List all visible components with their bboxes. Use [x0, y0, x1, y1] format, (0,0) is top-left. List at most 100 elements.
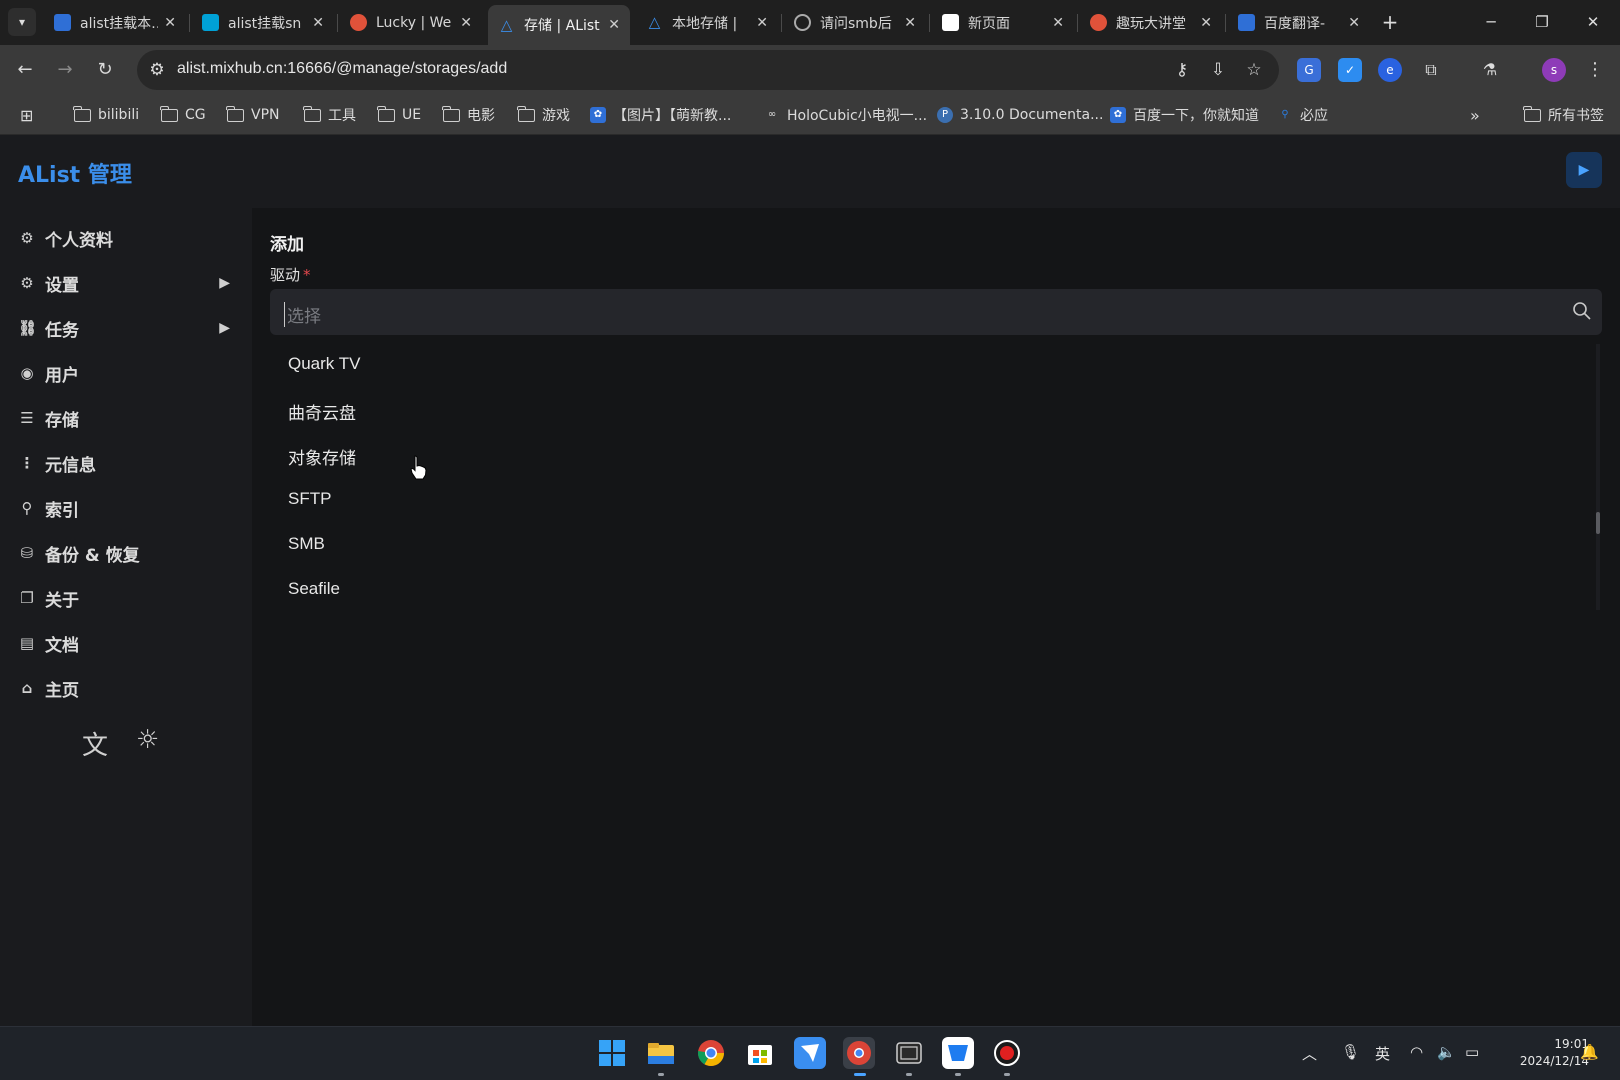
sidebar-item-backup[interactable]: ⛁ 备份 & 恢复	[18, 538, 240, 568]
driver-option[interactable]: Seafile	[288, 579, 340, 599]
browser-tab[interactable]: 请问smb后 ✕	[784, 6, 926, 39]
star-icon[interactable]: ☆	[1243, 59, 1265, 81]
browser-tab[interactable]: alist挂载sn ✕	[192, 6, 334, 39]
bookmark-folder[interactable]: UE	[377, 104, 421, 126]
driver-option[interactable]: SMB	[288, 534, 325, 554]
restore-icon[interactable]: ❐	[1527, 8, 1557, 36]
menu-icon[interactable]: ⋮	[1583, 58, 1607, 82]
browser-tab[interactable]: 百度翻译- ✕	[1228, 6, 1370, 39]
baidu-paw-icon: ✿	[590, 107, 606, 123]
url-text[interactable]: alist.mixhub.cn:16666/@manage/storages/a…	[177, 60, 507, 78]
puzzle-extensions-icon[interactable]: ⧉	[1419, 58, 1443, 82]
bookmark-folder[interactable]: 电影	[442, 104, 495, 126]
translate-extension-icon[interactable]: G	[1297, 58, 1321, 82]
todesk-app-icon[interactable]	[942, 1037, 974, 1069]
bookmark-folder[interactable]: CG	[160, 104, 206, 126]
sidebar-item-index[interactable]: ⚲ 索引	[18, 493, 240, 523]
sidebar-item-home[interactable]: ⌂ 主页	[18, 673, 240, 703]
dropdown-scrollbar[interactable]	[1596, 344, 1600, 610]
sidebar-item-about[interactable]: ❐ 关于	[18, 583, 240, 613]
sidebar-item-metadata[interactable]: ⋮ 元信息	[18, 448, 240, 478]
labs-flask-icon[interactable]: ⚗	[1478, 58, 1502, 82]
browser-tab[interactable]: Lucky | We ✕	[340, 6, 482, 39]
sidebar-item-docs[interactable]: ▤ 文档	[18, 628, 240, 658]
terminal-app-icon[interactable]	[893, 1037, 925, 1069]
close-icon[interactable]: ✕	[608, 17, 620, 33]
microphone-icon[interactable]: 🎙	[1341, 1043, 1360, 1061]
app-brand[interactable]: AList 管理	[18, 157, 132, 189]
file-explorer-icon[interactable]	[645, 1037, 677, 1069]
driver-option[interactable]: SFTP	[288, 489, 331, 509]
sidebar-item-tasks[interactable]: ⛓ 任务 ▶	[18, 313, 240, 343]
bookmarks-overflow-button[interactable]: »	[1470, 104, 1480, 126]
scrollbar-thumb[interactable]	[1596, 512, 1600, 534]
logout-icon[interactable]: ▶	[1566, 152, 1602, 188]
close-icon[interactable]: ✕	[1348, 15, 1360, 31]
driver-option[interactable]: 曲奇云盘	[288, 399, 356, 424]
extension-icon[interactable]: e	[1378, 58, 1402, 82]
folder-icon	[73, 105, 91, 122]
browser-tab-active[interactable]: △ 存储 | AList ✕	[488, 5, 630, 45]
driver-select[interactable]: 选择	[270, 289, 1602, 335]
sidebar-item-users[interactable]: ◉ 用户	[18, 358, 240, 388]
feishu-app-icon[interactable]	[794, 1037, 826, 1069]
bookmark-link[interactable]: ✿ 百度一下，你就知道	[1110, 104, 1259, 126]
bookmark-link[interactable]: ✿ 【图片】【萌新教...	[590, 104, 731, 126]
address-bar[interactable]: ⚙ alist.mixhub.cn:16666/@manage/storages…	[137, 50, 1279, 90]
site-settings-icon[interactable]: ⚙	[146, 59, 168, 81]
key-icon[interactable]: ⚷	[1171, 59, 1193, 81]
bookmark-folder[interactable]: 工具	[303, 104, 356, 126]
bookmark-folder[interactable]: bilibili	[73, 104, 139, 126]
driver-option[interactable]: 对象存储	[288, 444, 356, 469]
windows-start-icon[interactable]	[596, 1037, 628, 1069]
minimize-icon[interactable]: ─	[1476, 8, 1506, 36]
theme-toggle-sun-icon[interactable]: ☼	[136, 725, 159, 755]
close-icon[interactable]: ✕	[164, 15, 176, 31]
bookmark-link[interactable]: P 3.10.0 Documenta...	[937, 104, 1103, 126]
sidebar-item-settings[interactable]: ⚙ 设置 ▶	[18, 268, 240, 298]
browser-tab[interactable]: alist挂载本… ✕	[44, 6, 186, 39]
browser-tab[interactable]: 趣玩大讲堂 ✕	[1080, 6, 1222, 39]
profile-avatar[interactable]: s	[1542, 58, 1566, 82]
tab-search-button[interactable]: ▾	[8, 8, 36, 36]
tab-favicon-icon	[350, 14, 367, 31]
sidebar-item-storage[interactable]: ☰ 存储	[18, 403, 240, 433]
bookmark-folder[interactable]: 游戏	[517, 104, 570, 126]
forward-icon[interactable]: →	[52, 57, 78, 83]
close-icon[interactable]: ✕	[756, 15, 768, 31]
back-icon[interactable]: ←	[12, 57, 38, 83]
driver-select-input[interactable]: 选择	[284, 302, 321, 327]
close-icon[interactable]: ✕	[460, 15, 472, 31]
bookmark-link[interactable]: ∞ HoloCubic小电视一...	[764, 104, 927, 126]
reload-icon[interactable]: ↻	[92, 57, 118, 83]
bookmark-folder[interactable]: VPN	[226, 104, 280, 126]
driver-option[interactable]: Quark TV	[288, 354, 360, 374]
apps-grid-icon[interactable]: ⊞	[20, 104, 33, 126]
new-tab-button[interactable]: +	[1376, 8, 1404, 36]
chrome-icon[interactable]	[695, 1037, 727, 1069]
extension-icon[interactable]: ✓	[1338, 58, 1362, 82]
chrome-dev-icon[interactable]	[843, 1037, 875, 1069]
notification-bell-icon[interactable]: 🔔	[1580, 1043, 1599, 1061]
all-bookmarks-folder[interactable]: 所有书签	[1523, 104, 1604, 126]
taskbar-clock[interactable]: 19:01 2024/12/14	[1493, 1036, 1589, 1070]
language-translate-icon[interactable]: 文	[82, 725, 108, 762]
folder-icon	[517, 105, 535, 122]
bookmark-link[interactable]: ⚲ 必应	[1277, 104, 1328, 126]
close-icon[interactable]: ✕	[312, 15, 324, 31]
wifi-icon[interactable]: ◠	[1410, 1043, 1423, 1061]
input-language-indicator[interactable]: 英	[1375, 1043, 1390, 1064]
tray-overflow-chevron-icon[interactable]: ︿	[1302, 1043, 1317, 1064]
volume-icon[interactable]: 🔈	[1437, 1043, 1456, 1061]
browser-tab[interactable]: 新页面 ✕	[932, 6, 1074, 39]
record-app-icon[interactable]	[991, 1037, 1023, 1069]
close-icon[interactable]: ✕	[904, 15, 916, 31]
close-window-icon[interactable]: ✕	[1578, 8, 1608, 36]
battery-icon[interactable]: ▭	[1465, 1043, 1479, 1061]
browser-tab[interactable]: △ 本地存储 | ✕	[636, 6, 778, 39]
microsoft-store-icon[interactable]	[744, 1037, 776, 1069]
sidebar-item-profile[interactable]: ⚙ 个人资料	[18, 223, 240, 253]
close-icon[interactable]: ✕	[1200, 15, 1212, 31]
install-app-icon[interactable]: ⇩	[1207, 59, 1229, 81]
close-icon[interactable]: ✕	[1052, 15, 1064, 31]
